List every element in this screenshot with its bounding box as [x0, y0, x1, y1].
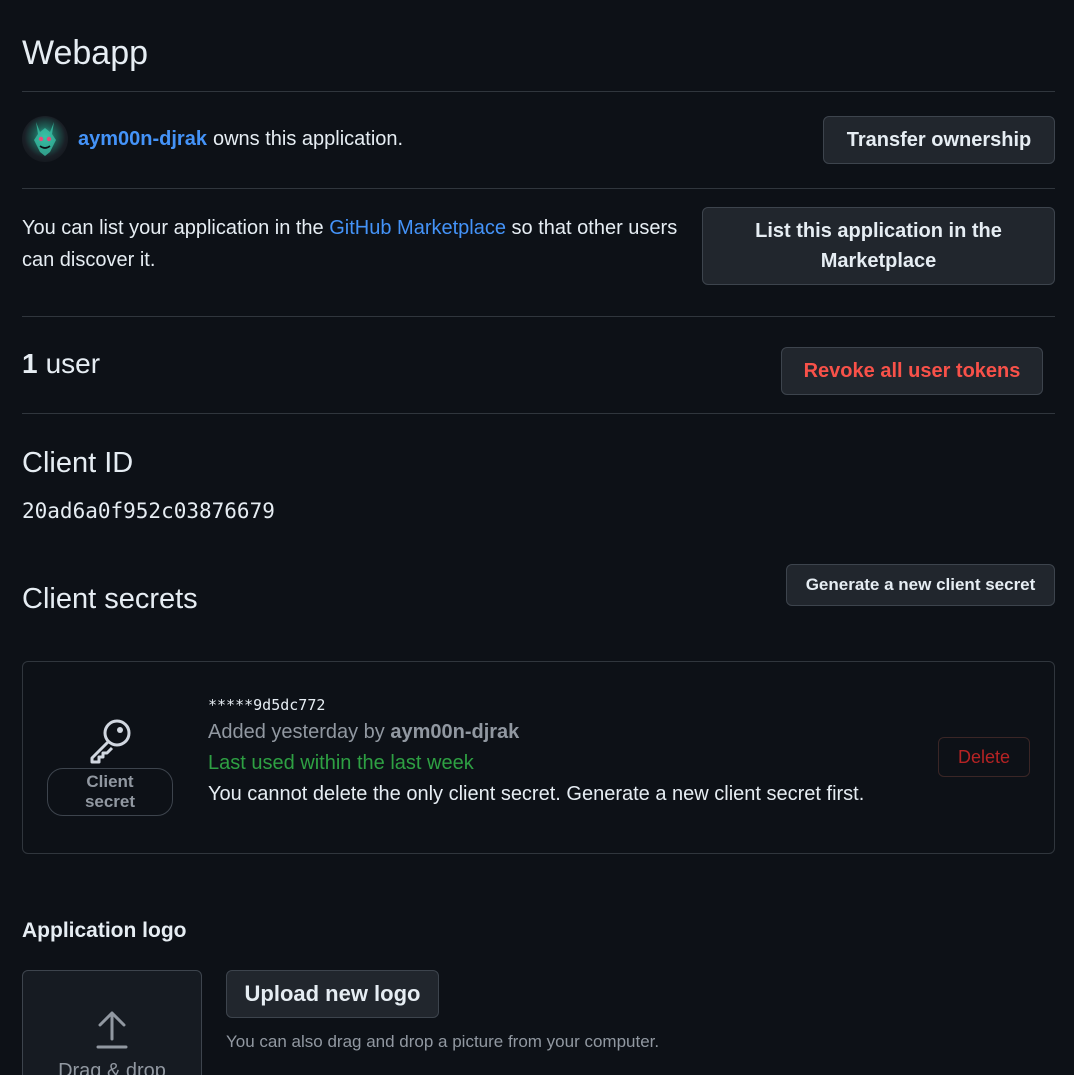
transfer-ownership-button[interactable]: Transfer ownership	[823, 116, 1055, 164]
logo-dropzone[interactable]: Drag & drop	[22, 970, 202, 1075]
client-secret-added: Added yesterday by aym00n-djrak	[208, 717, 864, 748]
list-in-marketplace-button[interactable]: List this application in the Marketplace	[702, 206, 1055, 285]
marketplace-text-before: You can list your application in the	[22, 216, 330, 239]
delete-client-secret-button[interactable]: Delete	[938, 737, 1030, 777]
dropzone-label: Drag & drop	[58, 1060, 166, 1075]
client-secret-badge: Client secret	[47, 768, 173, 816]
users-row: 1 user Revoke all user tokens	[22, 317, 1055, 413]
client-secret-added-text: Added yesterday by	[208, 721, 385, 743]
owner-username-link[interactable]: aym00n-djrak	[78, 128, 207, 151]
upload-new-logo-button[interactable]: Upload new logo	[226, 970, 439, 1018]
application-logo-row: Drag & drop Upload new logo You can also…	[22, 970, 1055, 1075]
marketplace-row: You can list your application in the Git…	[22, 189, 1055, 316]
client-secret-added-by: aym00n-djrak	[390, 721, 520, 743]
client-secret-badge-block: Client secret	[47, 714, 173, 816]
generate-client-secret-button[interactable]: Generate a new client secret	[786, 564, 1055, 606]
owner-row: aym00n-djrak owns this application. Tran…	[22, 92, 1055, 188]
client-secret-last-used: Last used within the last week	[208, 752, 474, 774]
upload-arrow-icon	[96, 1011, 128, 1049]
app-settings-page: Webapp aym00n-djrak owns this applicatio…	[0, 0, 1074, 1075]
user-count-label: user	[45, 347, 101, 379]
client-secrets-header: Client secrets Generate a new client sec…	[22, 564, 1055, 661]
avatar-image-icon	[34, 122, 56, 156]
owner-suffix-text: owns this application.	[212, 127, 404, 150]
client-id-heading: Client ID	[22, 447, 134, 479]
client-secrets-heading: Client secrets	[22, 583, 198, 615]
avatar[interactable]	[22, 116, 68, 162]
client-secret-details: *****9d5dc772 Added yesterday by aym00n-…	[208, 695, 864, 810]
owner-info: aym00n-djrak owns this application.	[22, 116, 403, 162]
logo-upload-hint: You can also drag and drop a picture fro…	[226, 1032, 660, 1051]
github-marketplace-link[interactable]: GitHub Marketplace	[329, 217, 506, 239]
logo-upload-controls: Upload new logo You can also drag and dr…	[226, 970, 659, 1075]
user-count: 1 user	[22, 348, 100, 380]
client-secret-card: Client secret *****9d5dc772 Added yester…	[22, 661, 1055, 854]
key-icon	[90, 719, 131, 764]
client-id-value: 20ad6a0f952c03876679	[22, 499, 275, 523]
client-secret-warning: You cannot delete the only client secret…	[208, 783, 865, 805]
revoke-all-tokens-button[interactable]: Revoke all user tokens	[781, 347, 1043, 395]
user-count-number: 1	[22, 347, 38, 379]
page-title: Webapp	[22, 34, 149, 72]
application-logo-heading: Application logo	[22, 919, 187, 942]
marketplace-description: You can list your application in the Git…	[22, 212, 682, 276]
client-secret-masked-value: *****9d5dc772	[208, 696, 326, 714]
